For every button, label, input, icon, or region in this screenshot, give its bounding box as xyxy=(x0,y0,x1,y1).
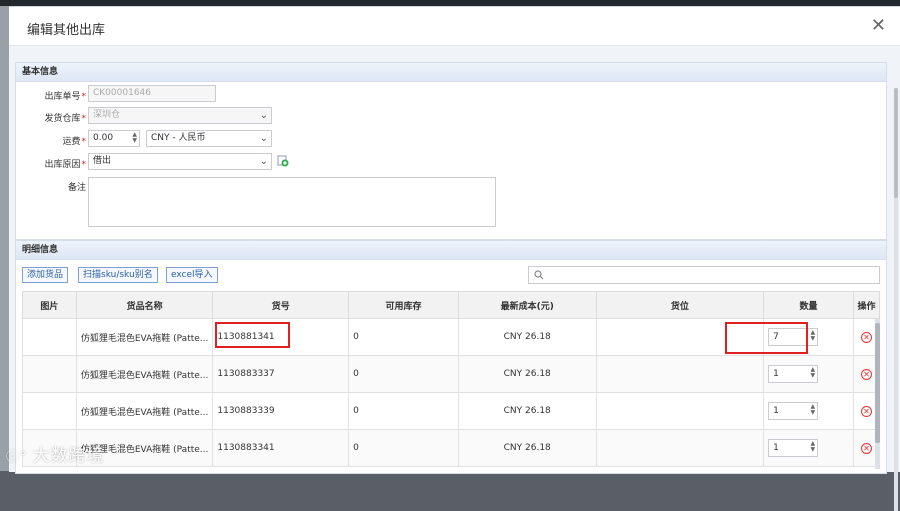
warehouse-select[interactable]: 深圳仓 ⌄ xyxy=(88,107,272,124)
search-icon xyxy=(534,270,544,280)
goods-name-cell: 仿狐狸毛混色EVA拖鞋 (Patte... xyxy=(75,318,214,356)
stock-cell: 0 xyxy=(348,392,459,430)
column-header-location: 货位 xyxy=(595,291,765,319)
stepper-arrows-icon[interactable]: ▲ ▼ xyxy=(810,367,815,379)
qty-stepper[interactable]: 1 ▲ ▼ xyxy=(768,439,819,457)
scan-sku-button[interactable]: 扫描sku/sku别名 xyxy=(78,267,158,283)
dialog-title: 编辑其他出库 xyxy=(27,23,106,38)
cost-cell: CNY 26.18 xyxy=(457,355,597,393)
goods-image-cell xyxy=(22,392,77,430)
dialog-body: 基本信息 出库单号* CK00001646 发货仓库* 深圳仓 ⌄ 运费* 0.0… xyxy=(9,46,900,511)
reason-label: 出库原因* xyxy=(44,160,86,170)
dialog-scrollbar[interactable] xyxy=(894,88,898,511)
column-header-sku: 货号 xyxy=(212,291,350,319)
basic-info-header: 基本信息 xyxy=(16,63,886,82)
reason-select[interactable]: 借出 ⌄ xyxy=(88,153,272,170)
sku-highlight-box xyxy=(215,322,290,348)
table-row: 仿狐狸毛混色EVA拖鞋 (Patte... 1130883341 0 CNY 2… xyxy=(22,429,880,467)
remark-label: 备注 xyxy=(67,183,86,193)
add-goods-button[interactable]: 添加货品 xyxy=(22,267,69,283)
basic-info-panel: 基本信息 出库单号* CK00001646 发货仓库* 深圳仓 ⌄ 运费* 0.0… xyxy=(15,62,887,240)
goods-table: 图片 货品名称 货号 可用库存 最新成本(元) 货位 数量 操作 仿狐狸毛混色E… xyxy=(22,291,880,467)
qty-stepper[interactable]: 1 ▲ ▼ xyxy=(768,402,819,420)
stock-cell: 0 xyxy=(348,429,459,467)
dialog-scrollbar-thumb[interactable] xyxy=(894,88,898,198)
delete-icon[interactable]: ✕ xyxy=(860,368,872,380)
delete-icon[interactable]: ✕ xyxy=(860,405,872,417)
location-cell[interactable] xyxy=(595,429,765,467)
table-row: 仿狐狸毛混色EVA拖鞋 (Patte... 1130883337 0 CNY 2… xyxy=(22,355,880,393)
goods-search-input[interactable] xyxy=(528,266,880,284)
delete-icon[interactable]: ✕ xyxy=(860,442,872,454)
sku-cell: 1130883339 xyxy=(212,392,350,430)
table-scrollbar-thumb[interactable] xyxy=(875,323,880,443)
table-scrollbar[interactable] xyxy=(875,319,880,469)
stepper-arrows-icon[interactable]: ▲ ▼ xyxy=(810,404,815,416)
column-header-image: 图片 xyxy=(22,291,77,319)
chevron-down-icon: ⌄ xyxy=(259,110,268,121)
column-header-action: 操作 xyxy=(852,291,880,319)
cost-cell: CNY 26.18 xyxy=(457,392,597,430)
qty-cell: 1 ▲ ▼ xyxy=(763,355,854,393)
excel-import-button[interactable]: excel导入 xyxy=(166,267,218,283)
column-header-name: 货品名称 xyxy=(75,291,214,319)
chevron-down-icon: ⌄ xyxy=(259,156,268,167)
edit-outbound-dialog: 编辑其他出库 ✕ 基本信息 出库单号* CK00001646 发货仓库* 深圳仓… xyxy=(9,6,900,511)
stepper-arrows-icon[interactable]: ▲ ▼ xyxy=(810,441,815,453)
delete-icon[interactable]: ✕ xyxy=(860,331,872,343)
freight-label: 运费* xyxy=(62,137,86,147)
goods-image-cell xyxy=(22,355,77,393)
qty-highlight-box xyxy=(725,322,808,354)
remark-textarea[interactable] xyxy=(88,177,496,227)
qty-cell: 1 ▲ ▼ xyxy=(763,429,854,467)
order-no-field[interactable]: CK00001646 xyxy=(88,85,216,102)
chevron-down-icon: ⌄ xyxy=(259,133,268,144)
goods-name-cell: 仿狐狸毛混色EVA拖鞋 (Patte... xyxy=(75,355,214,393)
column-header-cost: 最新成本(元) xyxy=(457,291,597,319)
currency-select[interactable]: CNY - 人民币 ⌄ xyxy=(146,130,272,147)
stepper-arrows-icon[interactable]: ▲ ▼ xyxy=(132,132,137,144)
freight-stepper[interactable]: 0.00 ▲ ▼ xyxy=(88,130,140,147)
table-row: 仿狐狸毛混色EVA拖鞋 (Patte... 1130883339 0 CNY 2… xyxy=(22,392,880,430)
cost-cell: CNY 26.18 xyxy=(457,429,597,467)
goods-table-wrap: 图片 货品名称 货号 可用库存 最新成本(元) 货位 数量 操作 仿狐狸毛混色E… xyxy=(22,291,880,473)
order-no-label: 出库单号* xyxy=(44,92,86,102)
warehouse-label: 发货仓库* xyxy=(44,114,86,124)
goods-name-cell: 仿狐狸毛混色EVA拖鞋 (Patte... xyxy=(75,392,214,430)
stepper-arrows-icon[interactable]: ▲ ▼ xyxy=(810,330,815,342)
detail-info-panel: 明细信息 添加货品 扫描sku/sku别名 excel导入 图片 货品名称 货号… xyxy=(15,240,887,474)
qty-stepper[interactable]: 1 ▲ ▼ xyxy=(768,365,819,383)
column-header-stock: 可用库存 xyxy=(348,291,459,319)
cost-cell: CNY 26.18 xyxy=(457,318,597,356)
background-page-strip xyxy=(0,6,9,471)
close-icon[interactable]: ✕ xyxy=(871,15,886,36)
column-header-qty: 数量 xyxy=(763,291,854,319)
add-reason-icon[interactable] xyxy=(277,155,289,167)
table-header-row: 图片 货品名称 货号 可用库存 最新成本(元) 货位 数量 操作 xyxy=(22,291,880,319)
stock-cell: 0 xyxy=(348,318,459,356)
location-cell[interactable] xyxy=(595,355,765,393)
goods-image-cell xyxy=(22,318,77,356)
watermark-logo: ⓒ° 大数跨境 xyxy=(6,446,105,466)
qty-cell: 1 ▲ ▼ xyxy=(763,392,854,430)
sku-cell: 1130883337 xyxy=(212,355,350,393)
location-cell[interactable] xyxy=(595,392,765,430)
sku-cell: 1130883341 xyxy=(212,429,350,467)
watermark-icon: ⓒ° xyxy=(6,450,33,465)
detail-info-header: 明细信息 xyxy=(16,241,886,260)
stock-cell: 0 xyxy=(348,355,459,393)
